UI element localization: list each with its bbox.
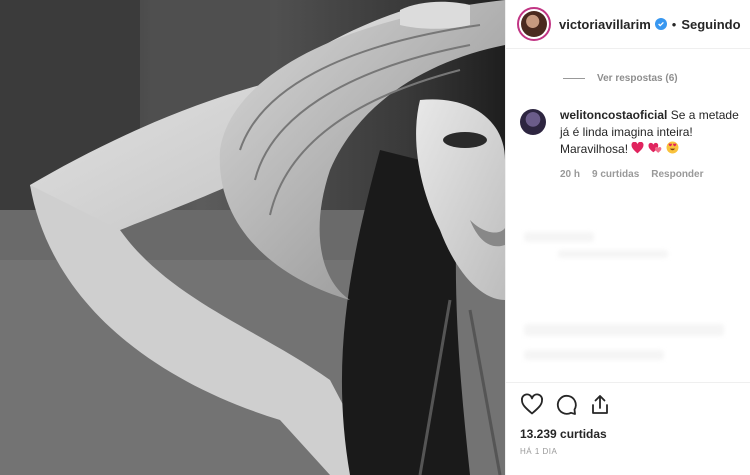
verified-badge-icon — [654, 18, 667, 30]
comment-item: welitoncostaoficial Se a metade já é lin… — [520, 107, 745, 180]
action-icons — [520, 391, 737, 419]
replies-divider-line — [563, 78, 585, 79]
commenter-avatar[interactable] — [520, 109, 546, 135]
post-actions: 13.239 curtidas HÁ 1 DIA — [506, 382, 750, 456]
comment-body: welitoncostaoficial Se a metade já é lin… — [560, 107, 745, 159]
post-date[interactable]: HÁ 1 DIA — [520, 447, 737, 456]
likes-count[interactable]: 13.239 curtidas — [520, 427, 737, 441]
author-username[interactable]: victoriavillarim — [559, 17, 651, 32]
share-icon[interactable] — [588, 393, 612, 417]
following-button[interactable]: Seguindo — [681, 17, 740, 32]
comment-time[interactable]: 20 h — [560, 169, 580, 180]
comments-section[interactable]: Ver respostas (6) welitoncostaoficial Se… — [506, 48, 750, 382]
story-ring[interactable] — [517, 7, 551, 41]
post-side-panel: victoriavillarim • Seguindo Ver resposta… — [505, 0, 750, 475]
post-photo[interactable] — [0, 0, 505, 475]
view-replies-label: Ver respostas (6) — [597, 73, 678, 84]
commenter-username[interactable]: welitoncostaoficial — [560, 108, 667, 122]
two-hearts-icon — [648, 142, 662, 153]
comment-icon[interactable] — [554, 393, 578, 417]
photo-illustration — [0, 0, 505, 475]
view-replies-link[interactable]: Ver respostas (6) — [563, 73, 678, 84]
reply-button[interactable]: Responder — [651, 169, 703, 180]
post-header: victoriavillarim • Seguindo — [506, 0, 750, 48]
heart-eyes-emoji-icon — [666, 141, 679, 154]
heart-outline-icon[interactable] — [520, 393, 544, 417]
comment-emojis — [631, 141, 679, 159]
separator-dot: • — [671, 16, 677, 32]
heart-icon — [631, 141, 644, 154]
comment-meta: 20 h 9 curtidas Responder — [560, 169, 745, 180]
faded-content — [518, 224, 738, 374]
comment-likes[interactable]: 9 curtidas — [592, 169, 639, 180]
author-avatar[interactable] — [521, 11, 547, 37]
